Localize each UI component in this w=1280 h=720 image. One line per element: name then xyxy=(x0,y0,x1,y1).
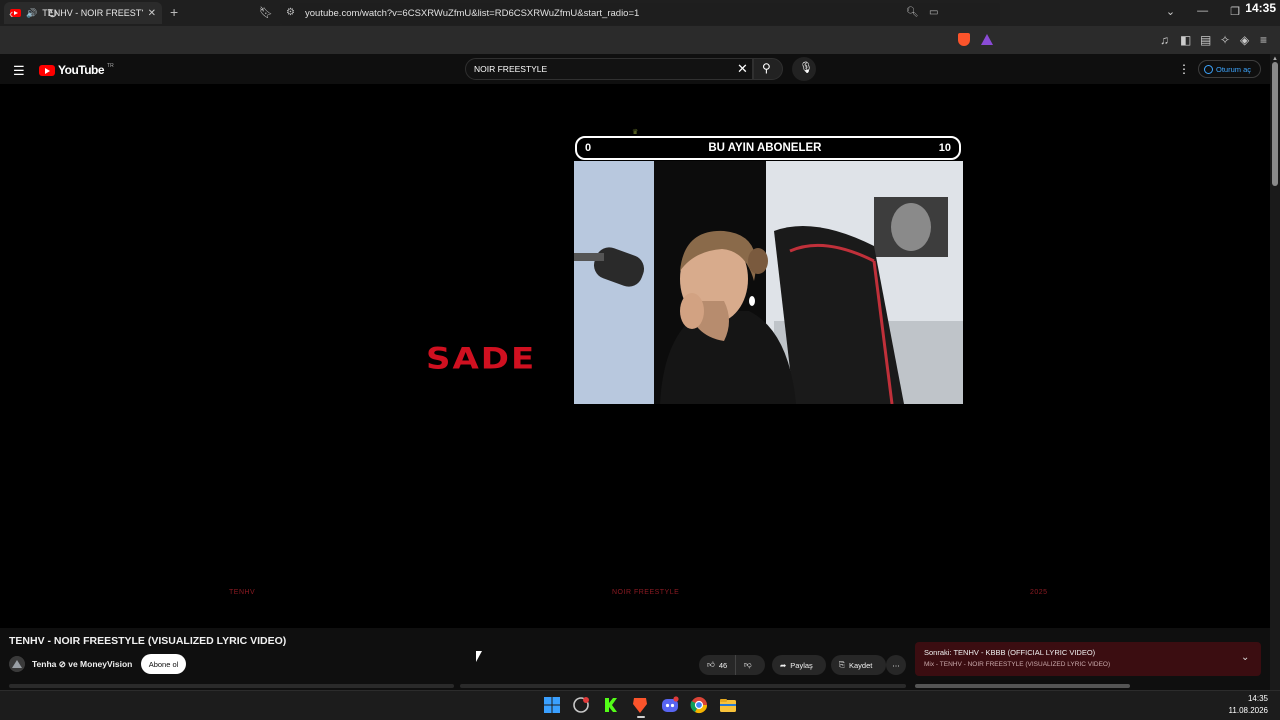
subscriber-goal-bar: 0 BU AYIN ABONELER 10 xyxy=(575,136,961,160)
bookmark-icon[interactable]: 🔖︎ xyxy=(259,6,273,19)
share-icon: ➦ xyxy=(780,660,787,670)
country-code: TR xyxy=(107,63,114,69)
brave-browser-icon[interactable] xyxy=(631,696,649,714)
media-icon[interactable]: ♫ xyxy=(1160,33,1169,47)
widgets-icon[interactable] xyxy=(572,696,590,714)
share-label: Paylaş xyxy=(790,660,813,670)
reload-icon[interactable]: ↻ xyxy=(47,6,58,22)
thumbs-down-icon: 👎︎ xyxy=(744,660,752,669)
save-icon: ⎘ xyxy=(839,660,845,669)
like-button[interactable]: 👍︎ 46 xyxy=(699,655,735,675)
new-tab-button[interactable]: + xyxy=(170,4,178,20)
save-button[interactable]: ⎘ Kaydet xyxy=(831,655,886,675)
browser-tab-active[interactable]: 🔊 TENHV - NOIR FREESTYLE (VI ✕ xyxy=(4,2,162,24)
lyric-main-text: SADE xyxy=(426,342,537,376)
search-icon[interactable]: ⚲ xyxy=(762,61,771,75)
site-info-icon[interactable]: ⚙︎ xyxy=(286,7,295,18)
tab-search-chevron-icon[interactable]: ⌄ xyxy=(1166,5,1175,18)
cast-icon[interactable]: ▭ xyxy=(929,7,938,18)
scrollbar-thumb[interactable] xyxy=(1272,62,1278,186)
discord-icon[interactable] xyxy=(661,696,679,714)
tab-close-icon[interactable]: ✕ xyxy=(148,8,156,19)
mic-icon[interactable]: 🎙︎ xyxy=(799,61,813,74)
active-app-indicator xyxy=(637,716,645,718)
vpn-icon[interactable]: ◈ xyxy=(1240,33,1249,47)
back-icon[interactable]: ‹ xyxy=(9,6,13,21)
minimize-icon[interactable]: — xyxy=(1197,5,1208,18)
channel-name[interactable]: Tenha ⊘ ve MoneyVision xyxy=(32,659,132,670)
more-actions-button[interactable]: ⋯ xyxy=(886,655,906,675)
youtube-logo[interactable]: YouTube TR xyxy=(39,63,114,77)
taskbar-date[interactable]: 11.08.2026 xyxy=(1222,706,1268,715)
description-box-edge xyxy=(9,684,454,688)
signin-label: Oturum aç xyxy=(1216,64,1252,74)
mouse-cursor xyxy=(476,651,482,662)
lyric-year-text: 2025 xyxy=(1030,589,1048,596)
subscribe-button[interactable]: Abone ol xyxy=(141,654,186,674)
youtube-play-icon xyxy=(39,64,55,76)
up-next-playlist: Mix - TENHV - NOIR FREESTYLE (VISUALIZED… xyxy=(924,661,1111,668)
lyric-artist-text: TENHV xyxy=(229,589,256,596)
search-value[interactable]: NOIR FREESTYLE xyxy=(474,64,547,74)
youtube-logo-text: YouTube xyxy=(58,63,105,77)
file-explorer-icon[interactable] xyxy=(719,696,737,714)
leo-ai-icon[interactable]: ✧ xyxy=(1220,33,1230,47)
search-clear-icon[interactable]: ✕ xyxy=(737,61,748,77)
url-text[interactable]: youtube.com/watch?v=6CSXRWuZfmU&list=RD6… xyxy=(305,8,639,19)
guide-menu-icon[interactable]: ☰ xyxy=(13,63,25,79)
brave-shields-icon[interactable] xyxy=(958,33,970,46)
sidebar-icon[interactable]: ◧ xyxy=(1180,33,1191,47)
brave-rewards-icon[interactable] xyxy=(981,34,993,45)
save-label: Kaydet xyxy=(849,660,873,670)
forward-icon[interactable]: › xyxy=(30,6,34,21)
webcam-feed xyxy=(574,161,963,404)
channel-avatar[interactable] xyxy=(9,656,25,672)
goal-end: 10 xyxy=(938,142,951,154)
taskbar-time[interactable]: 14:35 xyxy=(1236,694,1268,703)
goal-title: BU AYIN ABONELER xyxy=(708,142,822,154)
kick-app-icon[interactable] xyxy=(602,696,620,714)
up-next-title[interactable]: Sonraki: TENHV - KBBB (OFFICIAL LYRIC VI… xyxy=(924,648,1095,657)
wallet-icon[interactable]: ▤ xyxy=(1200,33,1211,47)
lyric-song-text: NOIR FREESTYLE xyxy=(612,589,680,596)
chevron-down-icon[interactable]: ⌄ xyxy=(1241,652,1249,663)
settings-dots-icon[interactable]: ⋮ xyxy=(1178,62,1190,76)
zoom-icon[interactable]: 🔍︎ xyxy=(906,7,919,18)
browser-toolbar xyxy=(0,26,1280,54)
signin-button[interactable]: Oturum aç xyxy=(1198,60,1261,78)
comments-box-edge xyxy=(460,684,906,688)
chrome-icon[interactable] xyxy=(690,696,708,714)
dislike-button[interactable]: 👎︎ xyxy=(735,655,765,675)
thumbs-up-icon: 👍︎ xyxy=(707,660,715,669)
goal-start: 0 xyxy=(585,142,592,154)
more-dots-icon: ⋯ xyxy=(892,660,900,670)
account-icon xyxy=(1204,64,1213,74)
video-title: TENHV - NOIR FREESTYLE (VISUALIZED LYRIC… xyxy=(9,635,287,647)
overlay-clock: 14:35 xyxy=(1245,1,1276,15)
restore-icon[interactable]: ❐ xyxy=(1230,5,1240,18)
like-count: 46 xyxy=(718,660,728,670)
menu-icon[interactable]: ≡ xyxy=(1260,33,1267,47)
crown-icon: ♛ xyxy=(632,129,639,136)
windows-start-icon[interactable] xyxy=(543,696,561,714)
playlist-thumb-edge xyxy=(915,684,1130,688)
share-button[interactable]: ➦ Paylaş xyxy=(772,655,826,675)
